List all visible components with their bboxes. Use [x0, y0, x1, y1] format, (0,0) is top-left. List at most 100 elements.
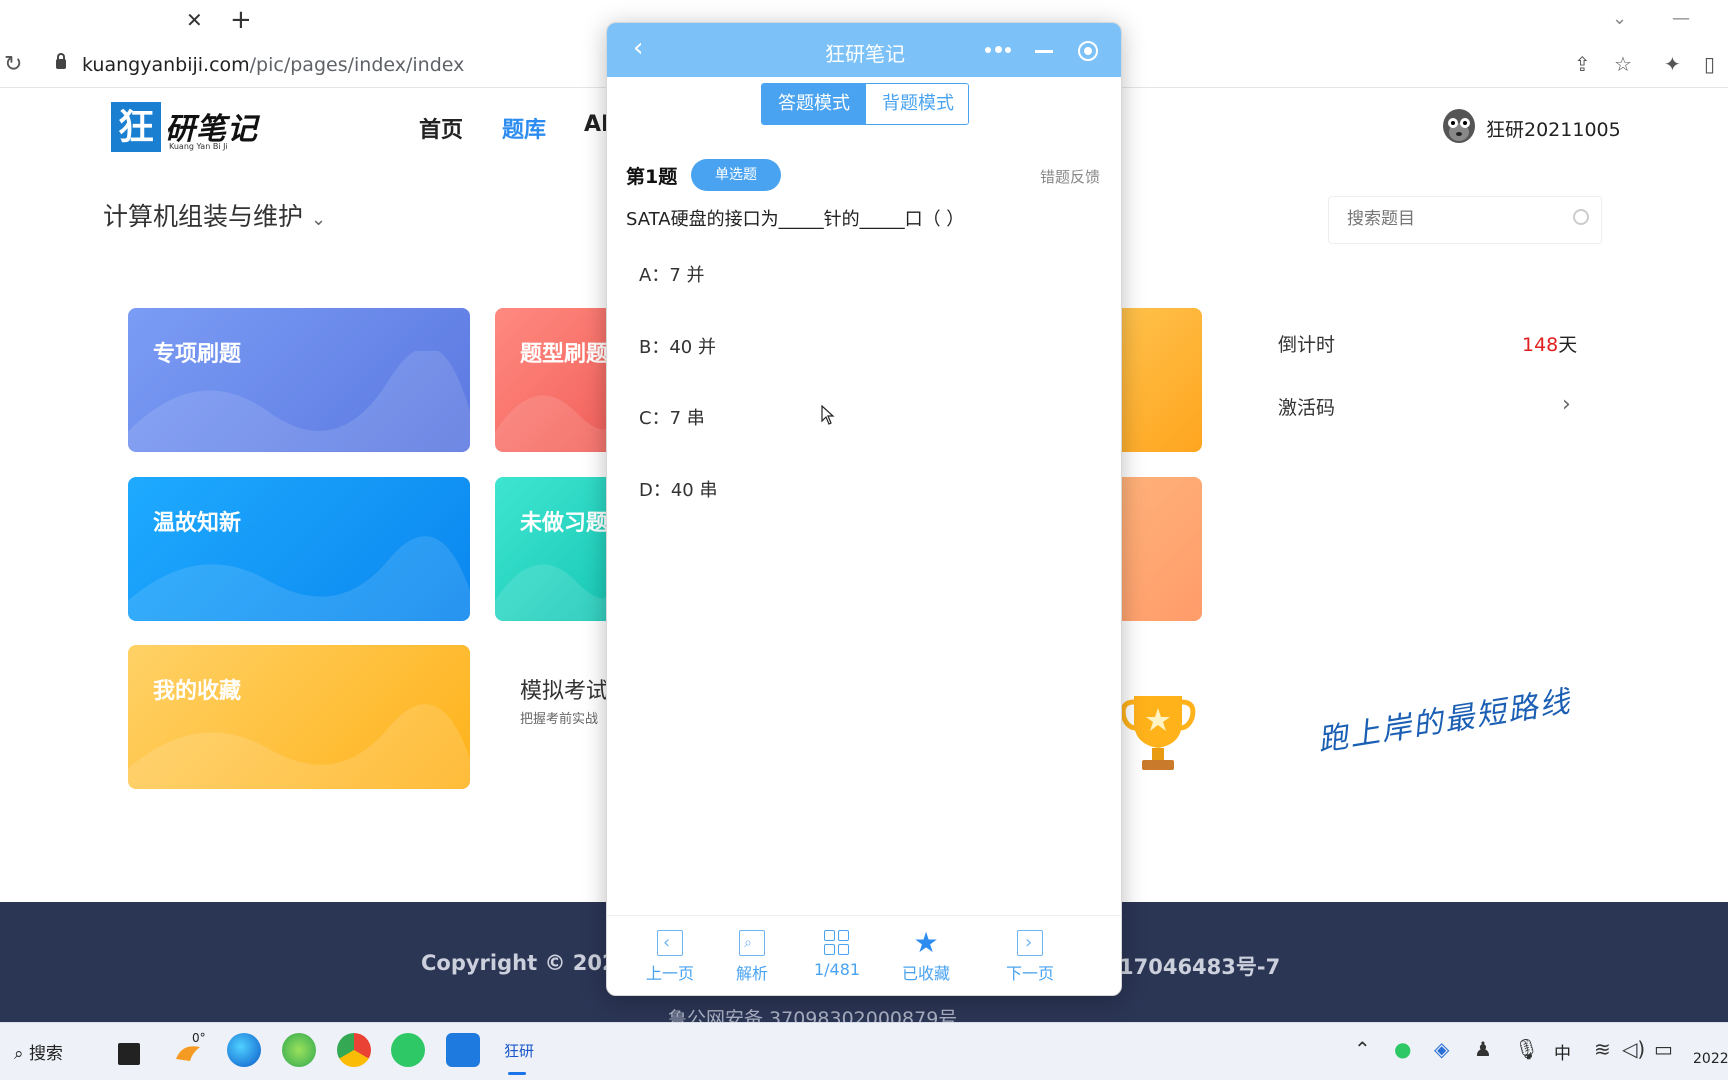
popup-bottom-bar: ‹ 上一页 ⌕ 解析 1/481 ★ 已收藏 › 下一页 — [607, 915, 1121, 995]
prev-page-button[interactable]: ‹ 上一页 — [630, 930, 710, 984]
card-favorites[interactable]: 我的收藏 — [128, 645, 470, 789]
taskbar-date[interactable]: 2022/ — [1693, 1051, 1728, 1067]
file-explorer-icon[interactable] — [118, 1043, 140, 1065]
chevron-left-icon: ‹ — [657, 930, 683, 956]
os-taskbar: ⌕ 搜索 0° 狂研 ⌃ ● ◈ ♟ 🎙 中 ≋ ◁) ▭ 2022/ — [0, 1022, 1728, 1080]
popup-titlebar: ‹ 狂研笔记 — [607, 23, 1121, 77]
countdown-value: 148天 — [1522, 330, 1577, 357]
search-box — [1328, 196, 1602, 244]
question-type-badge: 单选题 — [691, 159, 781, 191]
card-type-practice[interactable]: 题型刷题 — [495, 308, 615, 452]
battery-icon[interactable]: ▭ — [1654, 1037, 1673, 1061]
prev-page-label: 上一页 — [645, 964, 694, 983]
option-c[interactable]: C：7 串 — [639, 404, 705, 430]
extensions-icon[interactable]: ✦ — [1664, 52, 1681, 76]
footer-icp[interactable]: 备17046483号-7 — [1098, 951, 1280, 981]
countdown-unit: 天 — [1558, 334, 1578, 356]
question-text: SATA硬盘的接口为_____针的_____口（ ） — [626, 209, 965, 230]
analysis-label: 解析 — [735, 964, 768, 983]
minimize-icon[interactable] — [1035, 50, 1053, 53]
activation-code-label[interactable]: 激活码 — [1278, 393, 1335, 420]
card-special-practice[interactable]: 专项刷题 — [128, 308, 470, 452]
url-path: /pic/pages/index/index — [249, 54, 465, 76]
card-label: 题型刷题 — [520, 342, 609, 367]
question-grid-button[interactable]: 1/481 — [797, 930, 877, 979]
more-icon[interactable] — [985, 39, 1011, 59]
url-domain: kuangyanbiji.com — [82, 54, 250, 76]
search-input[interactable] — [1347, 209, 1547, 229]
tray-wechat-icon[interactable]: ● — [1394, 1037, 1411, 1061]
card-label: 温故知新 — [153, 511, 242, 536]
subject-selector[interactable]: 计算机组装与维护 ⌄ — [103, 197, 326, 233]
question-number: 第1题 — [626, 166, 678, 188]
analysis-button[interactable]: ⌕ 解析 — [712, 930, 792, 984]
grid-icon — [824, 930, 850, 956]
option-b[interactable]: B：40 并 — [639, 333, 716, 359]
error-feedback-link[interactable]: 错题反馈 — [1040, 166, 1100, 187]
card-label: 我的收藏 — [153, 679, 242, 704]
next-page-button[interactable]: › 下一页 — [990, 930, 1070, 984]
countdown-label: 倒计时 — [1278, 334, 1336, 356]
logo-mark: 狂 — [111, 102, 161, 152]
nav-question-bank[interactable]: 题库 — [502, 112, 546, 144]
chevron-right-icon: › — [1017, 930, 1043, 956]
slogan: 跑上岸的最短路线 — [1315, 684, 1574, 759]
taskbar-search[interactable]: ⌕ 搜索 — [14, 1039, 63, 1064]
miniprogram-window: ‹ 狂研笔记 答题模式 背题模式 第1题 单选题 错题反馈 SATA硬盘的接口为… — [606, 22, 1122, 996]
bookmark-star-icon[interactable]: ☆ — [1614, 52, 1632, 76]
url-field[interactable]: kuangyanbiji.com/pic/pages/index/index — [82, 54, 464, 76]
logo-subtitle: Kuang Yan Bi Ji — [169, 142, 228, 151]
tab-list-icon[interactable]: ⌄ — [1612, 8, 1627, 29]
ime-indicator[interactable]: 中 — [1554, 1039, 1571, 1064]
taskbar-search-label: 搜索 — [28, 1044, 63, 1064]
wifi-icon[interactable]: ≋ — [1594, 1037, 1611, 1061]
kuangyan-app-label: 狂研 — [504, 1042, 535, 1060]
chrome-icon[interactable] — [337, 1033, 371, 1067]
mode-switch: 答题模式 背题模式 — [761, 83, 969, 125]
lock-icon[interactable] — [56, 53, 66, 69]
progress-label: 1/481 — [813, 960, 861, 979]
search-icon: ⌕ — [14, 1044, 24, 1064]
tray-qq-icon[interactable]: ♟ — [1474, 1037, 1492, 1061]
site-logo[interactable]: 狂 研笔记 Kuang Yan Bi Ji — [111, 98, 259, 154]
tab-recite-mode[interactable]: 背题模式 — [866, 84, 968, 124]
kuangyan-app-icon[interactable]: 狂研 — [500, 1033, 540, 1075]
volume-icon[interactable]: ◁) — [1622, 1037, 1645, 1061]
username[interactable]: 狂研20211005 — [1486, 115, 1621, 142]
card-review[interactable]: 温故知新 — [128, 477, 470, 621]
favorite-button[interactable]: ★ 已收藏 — [886, 929, 966, 984]
chevron-right-icon[interactable]: › — [1562, 392, 1571, 417]
card-undone[interactable]: 未做习题 — [495, 477, 615, 621]
close-record-icon[interactable] — [1078, 41, 1098, 61]
tab-answer-mode[interactable]: 答题模式 — [762, 84, 866, 124]
ie-browser-icon[interactable] — [282, 1033, 316, 1067]
new-tab-icon[interactable]: + — [230, 5, 252, 35]
reload-icon[interactable]: ↻ — [4, 52, 22, 77]
favorite-label: 已收藏 — [901, 964, 950, 983]
card-peach[interactable] — [1110, 477, 1202, 621]
sidepanel-icon[interactable]: ▯ — [1704, 52, 1715, 76]
card-label: 专项刷题 — [153, 342, 242, 367]
search-icon[interactable] — [1573, 209, 1589, 225]
tray-mic-icon[interactable]: 🎙 — [1514, 1037, 1539, 1061]
analysis-icon: ⌕ — [739, 930, 765, 956]
user-avatar[interactable] — [1440, 106, 1478, 146]
option-a[interactable]: A：7 并 — [639, 261, 705, 287]
trophy-icon — [1120, 696, 1196, 770]
mock-exam-title[interactable]: 模拟考试 — [520, 673, 608, 705]
tray-security-icon[interactable]: ◈ — [1434, 1037, 1449, 1061]
card-label: 未做习题 — [520, 511, 609, 536]
photos-app-icon[interactable] — [446, 1033, 480, 1067]
card-orange[interactable] — [1110, 308, 1202, 452]
option-d[interactable]: D：40 串 — [639, 476, 718, 502]
share-icon[interactable]: ⇪ — [1574, 52, 1591, 76]
tray-expand-icon[interactable]: ⌃ — [1354, 1037, 1371, 1061]
minimize-window-icon[interactable]: — — [1672, 8, 1690, 29]
next-page-label: 下一页 — [1005, 964, 1054, 983]
mock-exam-subtitle: 把握考前实战 — [520, 712, 599, 727]
nav-home[interactable]: 首页 — [419, 112, 463, 144]
subject-name: 计算机组装与维护 — [103, 202, 304, 231]
edge-browser-icon[interactable] — [227, 1033, 261, 1067]
wechat-icon[interactable] — [391, 1033, 425, 1067]
close-tab-icon[interactable]: ✕ — [186, 8, 203, 32]
